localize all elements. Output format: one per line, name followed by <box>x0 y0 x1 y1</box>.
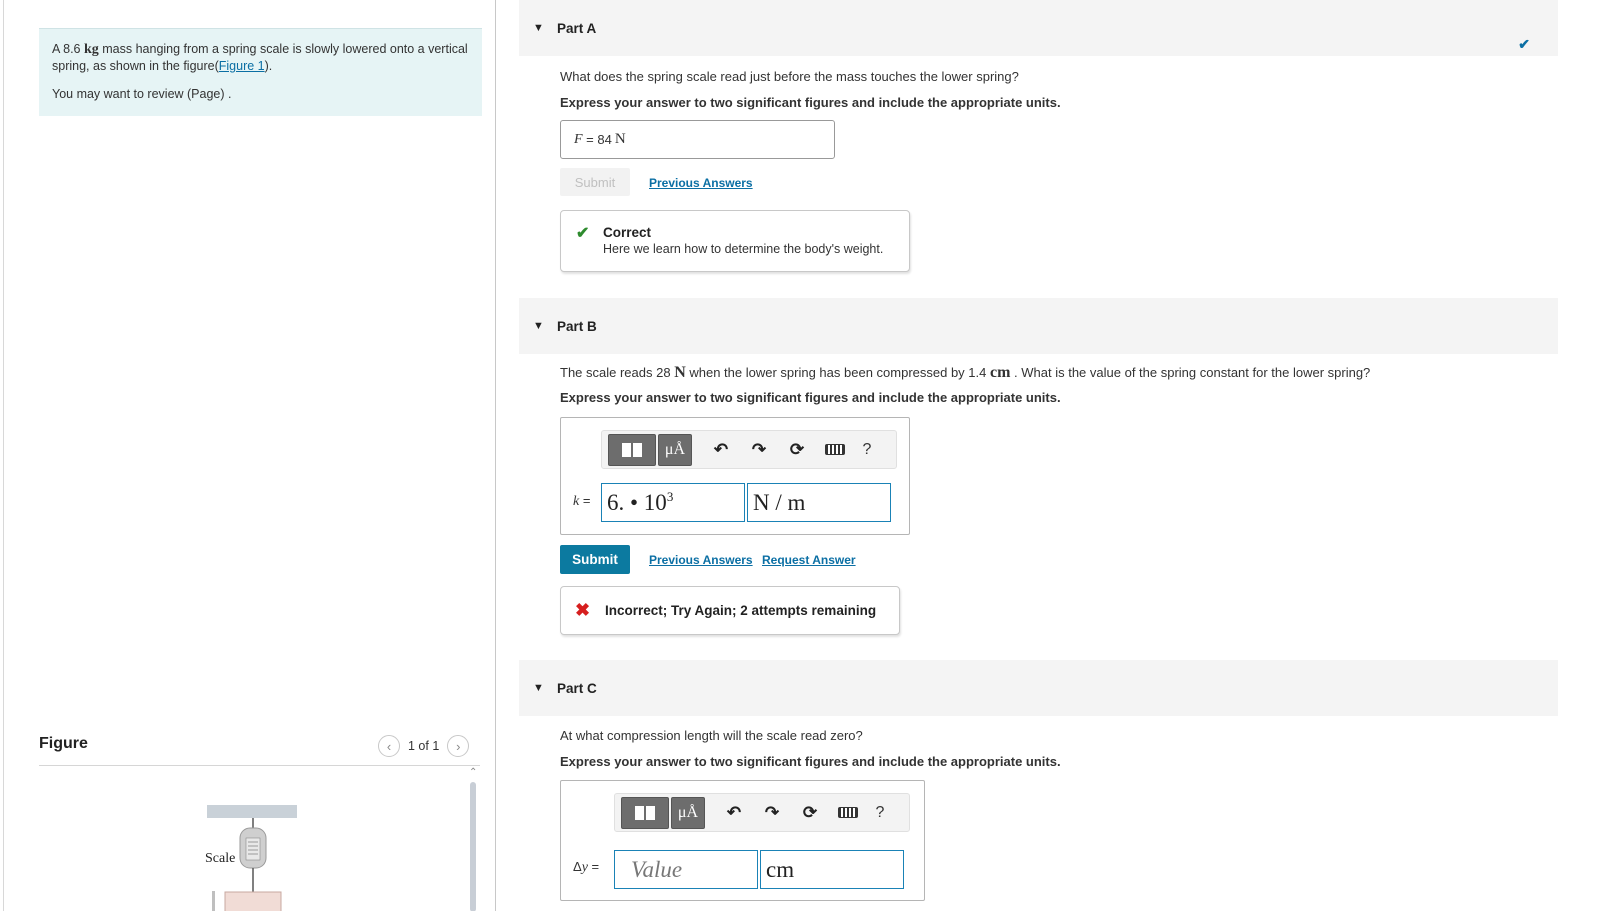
figure-pager: ‹ 1 of 1 › <box>378 735 470 757</box>
review-text: You may want to review (Page) . <box>52 87 232 101</box>
templates-icon[interactable] <box>621 796 669 829</box>
reset-icon[interactable]: ⟳ <box>791 803 829 823</box>
scale-dial <box>245 837 261 861</box>
answer-value: 84 <box>597 132 612 147</box>
help-button[interactable]: ? <box>867 804 893 822</box>
help-button[interactable]: ? <box>854 441 880 459</box>
part-c-instruction: Express your answer to two significant f… <box>560 754 1061 769</box>
keyboard-icon[interactable] <box>829 807 867 818</box>
part-b-answer-panel: μÅ ↶ ↷ ⟳ ? k = 6. • 10 3 N / m <box>560 417 910 535</box>
part-c-question: At what compression length will the scal… <box>560 728 863 743</box>
templates-icon[interactable] <box>608 433 656 466</box>
x-icon: ✖ <box>575 600 591 620</box>
part-b-unit-input[interactable]: N / m <box>747 483 891 522</box>
part-a-title: Part A <box>557 20 597 36</box>
part-b-previous-answers-link[interactable]: Previous Answers <box>649 553 753 567</box>
lower-spring-post <box>212 891 215 911</box>
part-a-answer: F = 84 N <box>560 120 835 159</box>
scroll-thumb[interactable] <box>470 782 476 911</box>
hanging-mass <box>224 891 282 911</box>
part-b-title: Part B <box>557 318 597 334</box>
feedback-text: Incorrect; Try Again; 2 attempts remaini… <box>605 603 877 618</box>
part-c-header[interactable]: ▼ Part C <box>519 660 1558 716</box>
part-c-answer-panel: μÅ ↶ ↷ ⟳ ? Δy = Value cm <box>560 780 925 901</box>
answer-variable: F <box>574 131 583 147</box>
math-toolbar: μÅ ↶ ↷ ⟳ ? <box>614 793 910 832</box>
problem-text: A 8.6 kg mass hanging from a spring scal… <box>52 42 468 73</box>
part-b-submit-button[interactable]: Submit <box>560 545 630 574</box>
units-button[interactable]: μÅ <box>658 433 692 466</box>
answer-unit: N <box>614 131 626 147</box>
problem-intro: A 8.6 kg mass hanging from a spring scal… <box>39 28 482 116</box>
figure-scrollbar[interactable]: ⌃ <box>469 768 477 911</box>
left-border <box>3 0 4 911</box>
part-b-value-input[interactable]: 6. • 10 3 <box>601 483 745 522</box>
ceiling-bar <box>207 805 297 818</box>
part-a-submit-button: Submit <box>560 168 630 196</box>
panel-divider <box>495 0 496 911</box>
feedback-text: Here we learn how to determine the body'… <box>603 242 884 256</box>
part-b-question: The scale reads 28 N when the lower spri… <box>560 364 1371 381</box>
units-button[interactable]: μÅ <box>671 796 705 829</box>
reset-icon[interactable]: ⟳ <box>778 440 816 460</box>
redo-icon[interactable]: ↷ <box>753 803 791 823</box>
caret-down-icon[interactable]: ▼ <box>533 22 544 34</box>
undo-icon[interactable]: ↶ <box>715 803 753 823</box>
math-toolbar: μÅ ↶ ↷ ⟳ ? <box>601 430 897 469</box>
figure-title: Figure <box>39 735 88 752</box>
part-b-header[interactable]: ▼ Part B <box>519 298 1558 354</box>
part-a-feedback: ✔ Correct Here we learn how to determine… <box>560 210 910 272</box>
redo-icon[interactable]: ↷ <box>740 440 778 460</box>
part-c-variable-label: Δy = <box>573 859 603 875</box>
answer-equals: = <box>582 132 598 147</box>
part-a-question: What does the spring scale read just bef… <box>560 69 1019 84</box>
checkmark-icon: ✔ <box>1518 36 1530 52</box>
chevron-left-icon[interactable]: ‹ <box>378 735 400 757</box>
part-b-feedback: ✖ Incorrect; Try Again; 2 attempts remai… <box>560 586 900 635</box>
caret-down-icon[interactable]: ▼ <box>533 320 544 332</box>
part-b-request-answer-link[interactable]: Request Answer <box>762 553 856 567</box>
caret-down-icon[interactable]: ▼ <box>533 682 544 694</box>
scroll-up-icon[interactable]: ⌃ <box>469 768 477 778</box>
chevron-right-icon[interactable]: › <box>447 735 470 757</box>
part-c-unit-input[interactable]: cm <box>760 850 904 889</box>
undo-icon[interactable]: ↶ <box>702 440 740 460</box>
part-a-previous-answers-link[interactable]: Previous Answers <box>649 176 753 190</box>
feedback-title: Correct <box>603 225 652 240</box>
part-b-variable-label: k = <box>573 493 595 509</box>
mass-unit: kg <box>83 42 99 57</box>
figure-divider <box>39 765 480 766</box>
part-c-value-input[interactable]: Value <box>614 850 758 889</box>
scale-label: Scale <box>205 851 236 866</box>
check-icon: ✔ <box>576 225 590 242</box>
pager-count: 1 of 1 <box>408 739 440 753</box>
part-c-title: Part C <box>557 680 597 696</box>
part-b-instruction: Express your answer to two significant f… <box>560 390 1061 405</box>
part-a-header[interactable]: ▼ Part A ✔ <box>519 0 1558 56</box>
keyboard-icon[interactable] <box>816 444 854 455</box>
part-a-instruction: Express your answer to two significant f… <box>560 95 1061 110</box>
figure-link[interactable]: Figure 1 <box>219 59 265 73</box>
